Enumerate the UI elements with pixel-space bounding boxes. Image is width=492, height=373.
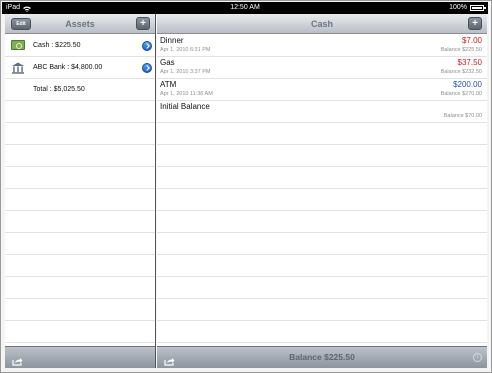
transaction-amount: $200.00 — [453, 80, 482, 89]
cash-title: Cash — [310, 19, 333, 29]
transaction-amount: $37.50 — [457, 58, 482, 67]
assets-total-row: Total : $5,025.50 — [5, 79, 155, 101]
transaction-name: Gas — [160, 58, 175, 67]
cash-icon — [11, 40, 25, 50]
transaction-date: Apr 1, 2010 6:31 PM — [160, 47, 211, 53]
disclosure-icon[interactable] — [142, 63, 152, 73]
transaction-balance: Balance $225.50 — [440, 47, 482, 53]
asset-row-bank[interactable]: ABC Bank : $4,800.00 — [5, 57, 155, 79]
footer-balance: Balance $225.50 — [289, 352, 355, 362]
asset-row-cash[interactable]: Cash : $225.50 — [5, 35, 155, 57]
assets-list: Cash : $225.50 ABC Bank : $4,800.00 Tota… — [5, 35, 155, 346]
assets-pane: Edit Assets + Cash : $225.50 ABC Bank: … — [5, 14, 156, 368]
app-frame: iPad 12:50 AM 100% Edit Assets + Cash : … — [0, 0, 492, 373]
add-transaction-button[interactable]: + — [468, 17, 482, 30]
total-label: Total : $5,025.50 — [33, 86, 85, 93]
transaction-row[interactable]: Initial Balance Balance $70.00 — [157, 101, 487, 123]
transaction-name: Initial Balance — [160, 102, 210, 111]
transaction-row[interactable]: ATM $200.00 Apr 1, 2010 11:36 AM Balance… — [157, 79, 487, 101]
battery-icon — [470, 5, 486, 11]
battery-fill — [472, 7, 482, 9]
assets-navbar: Edit Assets + — [5, 14, 155, 34]
transaction-balance: Balance $270.00 — [440, 91, 482, 97]
add-asset-button[interactable]: + — [136, 17, 150, 30]
transaction-amount: $7.00 — [461, 36, 482, 45]
share-icon[interactable] — [12, 353, 23, 366]
info-icon[interactable]: i — [473, 353, 482, 362]
transaction-row[interactable]: Gas $37.50 Apr 1, 2010 3:37 PM Balance $… — [157, 57, 487, 79]
assets-title: Assets — [65, 19, 95, 29]
cash-toolbar: Balance $225.50 i — [157, 346, 487, 368]
bank-icon — [11, 61, 25, 74]
asset-label: Cash : $225.50 — [33, 42, 81, 49]
disclosure-icon[interactable] — [142, 41, 152, 51]
clock: 12:50 AM — [230, 4, 260, 11]
transaction-balance: Balance $70.00 — [443, 113, 482, 119]
cash-navbar: Cash + — [157, 14, 487, 34]
transaction-date: Apr 1, 2010 3:37 PM — [160, 69, 211, 75]
battery-percent: 100% — [449, 4, 467, 11]
assets-toolbar — [5, 346, 155, 368]
transaction-name: Dinner — [160, 36, 184, 45]
cash-pane: Cash + Dinner $7.00 Apr 1, 2010 6:31 PM … — [157, 14, 487, 368]
transaction-row[interactable]: Dinner $7.00 Apr 1, 2010 6:31 PM Balance… — [157, 35, 487, 57]
status-bar: iPad 12:50 AM 100% — [2, 2, 488, 14]
transaction-date: Apr 1, 2010 11:36 AM — [160, 91, 213, 97]
transactions-list: Dinner $7.00 Apr 1, 2010 6:31 PM Balance… — [157, 35, 487, 346]
transaction-balance: Balance $232.50 — [440, 69, 482, 75]
transaction-name: ATM — [160, 80, 177, 89]
asset-label: ABC Bank : $4,800.00 — [33, 64, 103, 71]
